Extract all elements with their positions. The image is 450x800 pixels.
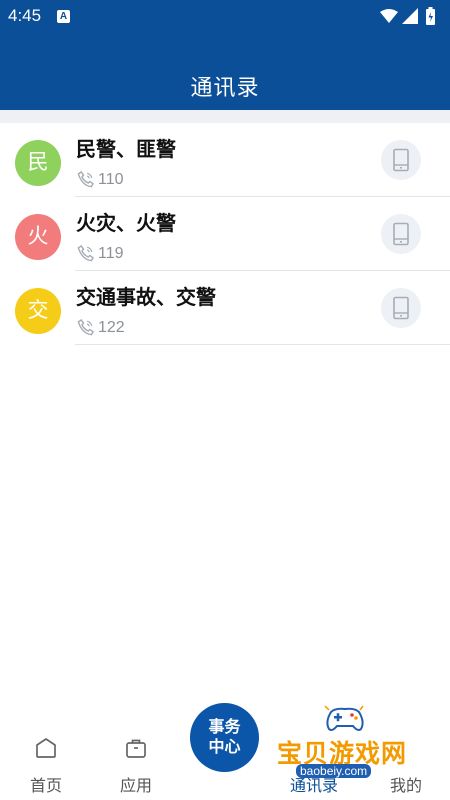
tab-contacts-label: 通讯录 (289, 778, 338, 795)
contact-name: 交通事故、交警 (76, 287, 216, 309)
phone-icon (77, 318, 94, 336)
phone-icon (77, 170, 94, 188)
wifi-icon (380, 9, 398, 23)
tab-apps[interactable]: 应用 (96, 728, 176, 800)
device-call-button[interactable] (381, 214, 421, 254)
system-icons (380, 7, 440, 32)
contact-phone[interactable]: 122 (76, 318, 125, 337)
contact-avatar: 火 (15, 214, 61, 260)
header-separator (0, 110, 450, 123)
affairs-center-button[interactable]: 事务 中心 (190, 703, 259, 772)
contact-row[interactable]: 火 火灾、火警 119 (0, 197, 450, 271)
contact-name: 民警、匪警 (76, 139, 176, 161)
battery-icon (426, 7, 435, 25)
tab-apps-label: 应用 (119, 778, 152, 795)
home-icon (36, 738, 56, 758)
mobile-phone-icon (393, 222, 409, 246)
contact-name: 火灾、火警 (76, 213, 176, 235)
mobile-phone-icon (393, 148, 409, 172)
contact-row[interactable]: 民 民警、匪警 110 (0, 123, 450, 197)
center-button-line2: 中心 (208, 738, 241, 756)
row-divider (75, 344, 450, 345)
tab-home[interactable]: 首页 (6, 728, 86, 800)
phone-number: 110 (98, 170, 124, 188)
app-header: 通讯录 (0, 34, 450, 110)
phone-number: 122 (98, 318, 125, 336)
mobile-phone-icon (393, 296, 409, 320)
contact-avatar: 交 (15, 288, 61, 334)
briefcase-icon (126, 739, 146, 758)
status-bar: 4:45 A (0, 0, 450, 34)
contact-phone[interactable]: 110 (76, 170, 124, 189)
status-time: 4:45 (8, 6, 42, 25)
contact-list: 民 民警、匪警 110 火 火灾、火警 119 交 交通事故、交警 122 (0, 123, 450, 345)
contact-avatar: 民 (15, 140, 61, 186)
tab-mine-label: 我的 (389, 778, 422, 795)
center-button-line1: 事务 (208, 718, 241, 736)
phone-icon (77, 244, 94, 262)
tab-mine[interactable]: 我的 (366, 728, 446, 800)
page-title: 通讯录 (190, 75, 260, 100)
tab-home-label: 首页 (29, 778, 62, 795)
device-call-button[interactable] (381, 140, 421, 180)
signal-icon (402, 8, 418, 24)
tab-contacts[interactable]: 通讯录 (274, 728, 354, 800)
contact-phone[interactable]: 119 (76, 244, 124, 263)
notification-app-icon: A (57, 10, 70, 23)
contact-row[interactable]: 交 交通事故、交警 122 (0, 271, 450, 345)
device-call-button[interactable] (381, 288, 421, 328)
phone-number: 119 (98, 244, 124, 262)
